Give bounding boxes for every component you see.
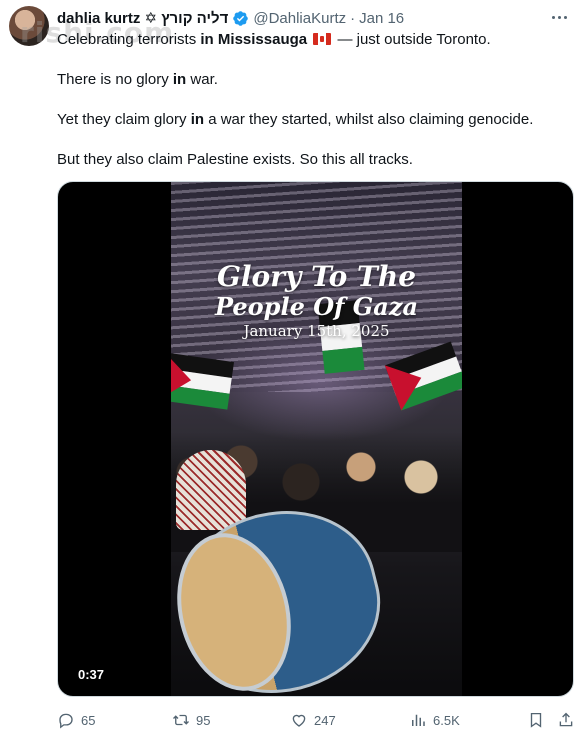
like-icon	[292, 714, 306, 727]
separator-dot: ·	[350, 9, 356, 27]
like-count: 247	[314, 712, 336, 728]
video-frame: Glory To The People Of Gaza January 15th…	[171, 182, 462, 696]
video-overlay-subtitle: People Of Gaza	[214, 292, 418, 321]
bookmark-button[interactable]	[527, 708, 545, 732]
reply-button[interactable]: 65	[57, 708, 95, 732]
retweet-icon	[173, 714, 189, 726]
video-duration: 0:37	[72, 665, 111, 684]
verified-badge-icon	[233, 10, 249, 26]
canada-flag-icon	[313, 33, 332, 45]
retweet-button[interactable]: 95	[172, 708, 210, 732]
like-button[interactable]: 247	[290, 708, 336, 732]
tweet-paragraph-4: But they also claim Palestine exists. So…	[57, 151, 413, 168]
retweet-count: 95	[196, 712, 211, 728]
share-icon	[559, 712, 573, 727]
tweet-paragraph-2: There is no glory in war.	[57, 71, 218, 88]
flag-image	[171, 352, 234, 410]
video-player[interactable]: Glory To The People Of Gaza January 15th…	[57, 181, 574, 697]
tweet-paragraph-1: Celebrating terrorists in Mississauga — …	[57, 31, 491, 48]
action-bar: 65 95 247 6.5K	[57, 708, 577, 732]
tweet-header: dahlia kurtz ✡ דליה קורץ @DahliaKurtz · …	[57, 8, 404, 28]
tweet-paragraph-3: Yet they claim glory in a war they start…	[57, 111, 534, 128]
views-button[interactable]: 6.5K	[409, 708, 460, 732]
user-handle[interactable]: @DahliaKurtz	[253, 10, 346, 27]
bookmark-icon	[530, 712, 542, 728]
more-icon[interactable]	[548, 6, 570, 28]
tweet-date[interactable]: Jan 16	[359, 10, 404, 27]
views-icon	[412, 714, 425, 726]
reply-count: 65	[81, 712, 96, 728]
video-overlay-date: January 15th, 2025	[243, 322, 390, 340]
reply-icon	[59, 713, 73, 729]
share-button[interactable]	[557, 708, 575, 732]
tweet-text: Celebrating terrorists in Mississauga — …	[57, 30, 567, 190]
avatar[interactable]	[9, 6, 49, 46]
views-count: 6.5K	[433, 712, 460, 728]
video-overlay-title: Glory To The	[216, 260, 417, 293]
display-name[interactable]: dahlia kurtz ✡ דליה קורץ	[57, 9, 228, 27]
